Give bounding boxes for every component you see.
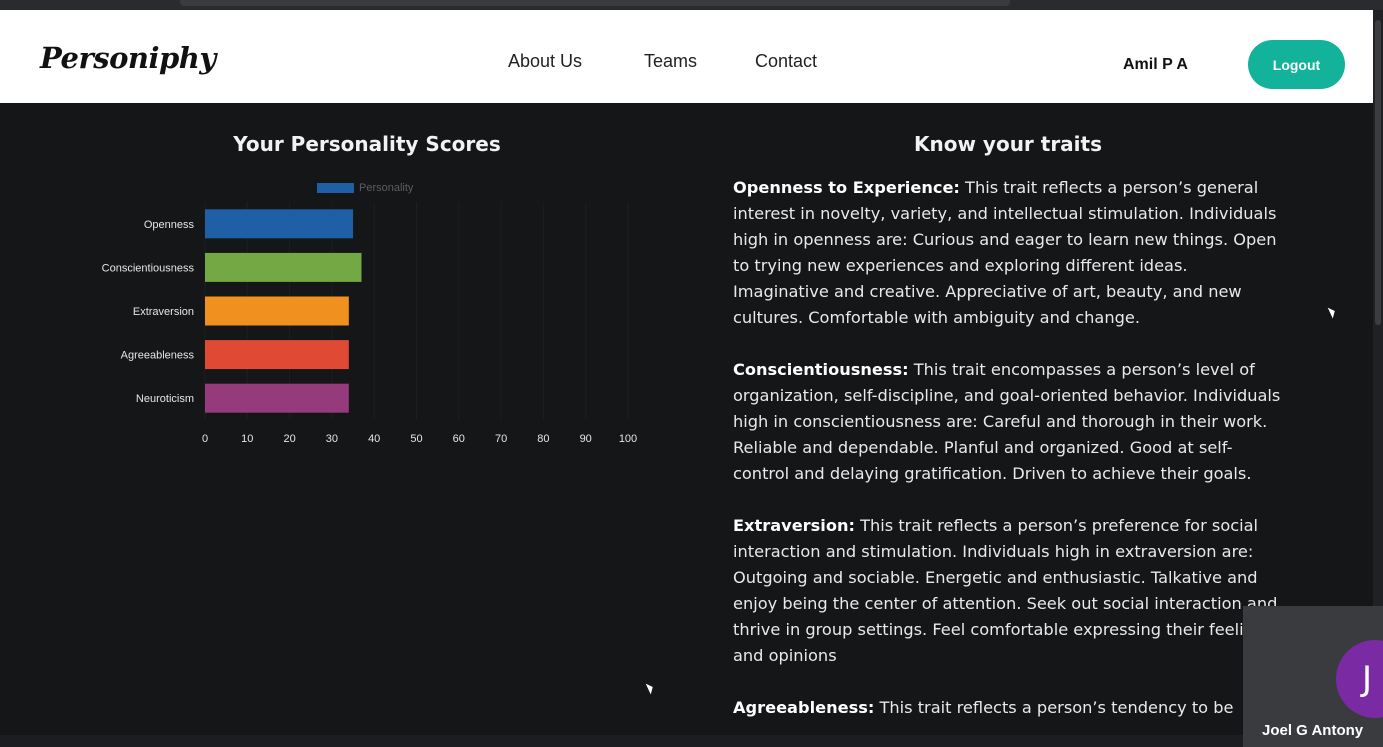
traits-list: Openness to Experience: This trait refle…	[733, 175, 1281, 735]
x-tick-label: 40	[368, 433, 380, 445]
trait-name: Agreeableness:	[733, 698, 875, 717]
x-tick-label: 70	[495, 433, 507, 445]
chart-title: Your Personality Scores	[233, 132, 501, 156]
site-logo[interactable]: Personiphy	[40, 41, 216, 75]
legend-label: Personality	[359, 182, 414, 194]
scrollbar-thumb[interactable]	[1375, 20, 1381, 325]
trait-agreeableness: Agreeableness: This trait reflects a per…	[733, 695, 1281, 721]
legend-swatch	[317, 183, 354, 193]
bar-neuroticism	[205, 383, 349, 413]
trait-text: This trait reflects a person’s tendency …	[874, 698, 1234, 717]
trait-name: Conscientiousness:	[733, 360, 909, 379]
x-tick-label: 100	[619, 433, 637, 445]
mouse-cursor-icon	[645, 681, 656, 695]
x-tick-label: 10	[241, 433, 253, 445]
category-label: Openness	[144, 219, 195, 231]
video-call-tile[interactable]: J Joel G Antony	[1243, 606, 1383, 747]
trait-openness: Openness to Experience: This trait refle…	[733, 175, 1281, 331]
nav-about-link[interactable]: About Us	[508, 51, 582, 72]
trait-name: Openness to Experience:	[733, 178, 960, 197]
bar-extraversion	[205, 296, 349, 326]
bar-agreeableness	[205, 340, 349, 370]
x-tick-label: 60	[453, 433, 465, 445]
participant-avatar: J	[1336, 640, 1383, 718]
navbar: Personiphy About Us Teams Contact Amil P…	[0, 10, 1373, 103]
personality-bar-chart: Personality Openness Conscientiousness Extr…	[102, 182, 638, 445]
category-label: Conscientiousness	[102, 262, 195, 274]
nav-contact-link[interactable]: Contact	[755, 51, 817, 72]
logout-button[interactable]: Logout	[1248, 40, 1345, 89]
x-tick-label: 80	[537, 433, 549, 445]
trait-text: This trait reflects a person’s general i…	[733, 178, 1277, 327]
category-label: Agreeableness	[121, 350, 195, 362]
participant-name: Joel G Antony	[1262, 722, 1364, 739]
x-tick-label: 30	[326, 433, 338, 445]
trait-name: Extraversion:	[733, 516, 855, 535]
bar-openness	[205, 209, 354, 239]
x-tick-label: 20	[283, 433, 295, 445]
category-label: Neuroticism	[136, 393, 194, 405]
mouse-cursor-icon	[1327, 305, 1338, 319]
trait-conscientiousness: Conscientiousness: This trait encompasse…	[733, 357, 1281, 487]
trait-extraversion: Extraversion: This trait reflects a pers…	[733, 513, 1281, 669]
tab-strip	[180, 0, 1010, 6]
user-name: Amil P A	[1123, 56, 1188, 73]
x-tick-label: 50	[410, 433, 422, 445]
bar-conscientiousness	[205, 252, 362, 282]
os-taskbar	[0, 735, 1243, 747]
category-label: Extraversion	[133, 306, 194, 318]
trait-text: This trait reflects a person’s preferenc…	[733, 516, 1278, 665]
traits-title: Know your traits	[914, 132, 1102, 156]
browser-top-strip	[0, 0, 1383, 10]
nav-teams-link[interactable]: Teams	[644, 51, 697, 72]
x-tick-label: 0	[202, 433, 208, 445]
x-tick-label: 90	[580, 433, 592, 445]
